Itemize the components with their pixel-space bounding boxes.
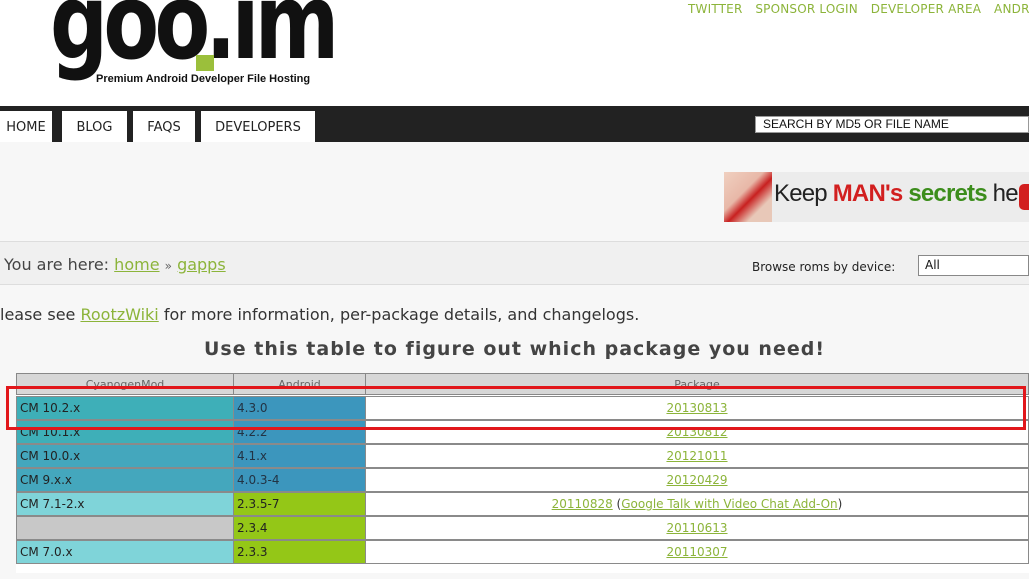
nav-tab-developers[interactable]: DEVELOPERS: [201, 111, 315, 142]
package-link[interactable]: 20121011: [666, 449, 727, 463]
ad-banner[interactable]: Keep MAN's secrets here.: [724, 172, 1029, 222]
package-cell: 20120429: [365, 468, 1029, 492]
site-logo[interactable]: goo.im Premium Android Developer File Ho…: [50, 0, 339, 96]
ad-text: Keep MAN's secrets here.: [774, 180, 1029, 208]
ad-text-highlight: secrets: [908, 180, 987, 207]
rootzwiki-link[interactable]: RootzWiki: [80, 305, 158, 324]
search-input[interactable]: SEARCH BY MD5 OR FILE NAME: [755, 116, 1029, 133]
device-select[interactable]: All: [918, 255, 1029, 276]
android-version-cell: 4.0.3-4: [233, 468, 366, 492]
android-version-cell: 2.3.5-7: [233, 492, 366, 516]
breadcrumb: You are here: home » gapps: [4, 255, 226, 274]
top-link-sponsor-login[interactable]: SPONSOR LOGIN: [755, 2, 858, 16]
table-title: Use this table to figure out which packa…: [204, 338, 825, 360]
table-row: CM 7.1-2.x 2.3.5-7 20110828 (Google Talk…: [16, 492, 1029, 516]
package-link[interactable]: 20110613: [666, 521, 727, 535]
table-row: CM 10.0.x 4.1.x 20121011: [16, 444, 1029, 468]
top-links: TWITTER SPONSOR LOGIN DEVELOPER AREA AND…: [688, 2, 1029, 16]
cm-version-cell: [16, 516, 234, 540]
ad-edge-decoration: [1019, 184, 1029, 210]
info-text-after: for more information, per-package detail…: [158, 305, 640, 324]
site-header: goo.im Premium Android Developer File Ho…: [0, 0, 1029, 106]
cm-version-cell: CM 9.x.x: [16, 468, 234, 492]
cm-version-cell: CM 7.0.x: [16, 540, 234, 564]
logo-wordmark: goo.im: [50, 0, 339, 83]
breadcrumb-current-link[interactable]: gapps: [177, 255, 226, 274]
table-row: CM 7.0.x 2.3.3 20110307: [16, 540, 1029, 564]
table-row: 2.3.4 20110613: [16, 516, 1029, 540]
breadcrumb-bar: You are here: home » gapps Browse roms b…: [0, 241, 1029, 285]
logo-dot: [196, 55, 214, 71]
top-link-twitter[interactable]: TWITTER: [688, 2, 743, 16]
package-link[interactable]: 20110828: [552, 497, 613, 511]
package-cell: 20121011: [365, 444, 1029, 468]
breadcrumb-home-link[interactable]: home: [114, 255, 159, 274]
info-text: lease see RootzWiki for more information…: [0, 305, 639, 324]
android-version-cell: 4.1.x: [233, 444, 366, 468]
android-version-cell: 2.3.3: [233, 540, 366, 564]
top-link-android[interactable]: ANDROID A: [994, 2, 1029, 16]
package-link[interactable]: 20110307: [666, 545, 727, 559]
highlight-box: [6, 386, 1026, 430]
info-text-before: lease see: [0, 305, 81, 324]
top-link-developer-area[interactable]: DEVELOPER AREA: [871, 2, 981, 16]
table-row: CM 9.x.x 4.0.3-4 20120429: [16, 468, 1029, 492]
ad-image: [724, 172, 772, 222]
package-cell: 20110613: [365, 516, 1029, 540]
logo-tagline: Premium Android Developer File Hosting: [96, 73, 311, 85]
package-link[interactable]: 20120429: [666, 473, 727, 487]
nav-tab-home[interactable]: HOME: [0, 111, 52, 142]
browse-device-label: Browse roms by device:: [752, 260, 896, 274]
nav-tab-faqs[interactable]: FAQS: [133, 111, 195, 142]
breadcrumb-separator: »: [164, 259, 172, 273]
addon-link[interactable]: Google Talk with Video Chat Add-On: [621, 497, 837, 511]
package-cell: 20110828 (Google Talk with Video Chat Ad…: [365, 492, 1029, 516]
ad-text-part: Keep: [774, 180, 833, 207]
android-version-cell: 2.3.4: [233, 516, 366, 540]
cm-version-cell: CM 10.0.x: [16, 444, 234, 468]
cm-version-cell: CM 7.1-2.x: [16, 492, 234, 516]
package-cell: 20110307: [365, 540, 1029, 564]
breadcrumb-prefix: You are here:: [4, 255, 110, 274]
nav-tab-blog[interactable]: BLOG: [62, 111, 127, 142]
ad-text-brand: MAN's: [832, 180, 904, 207]
